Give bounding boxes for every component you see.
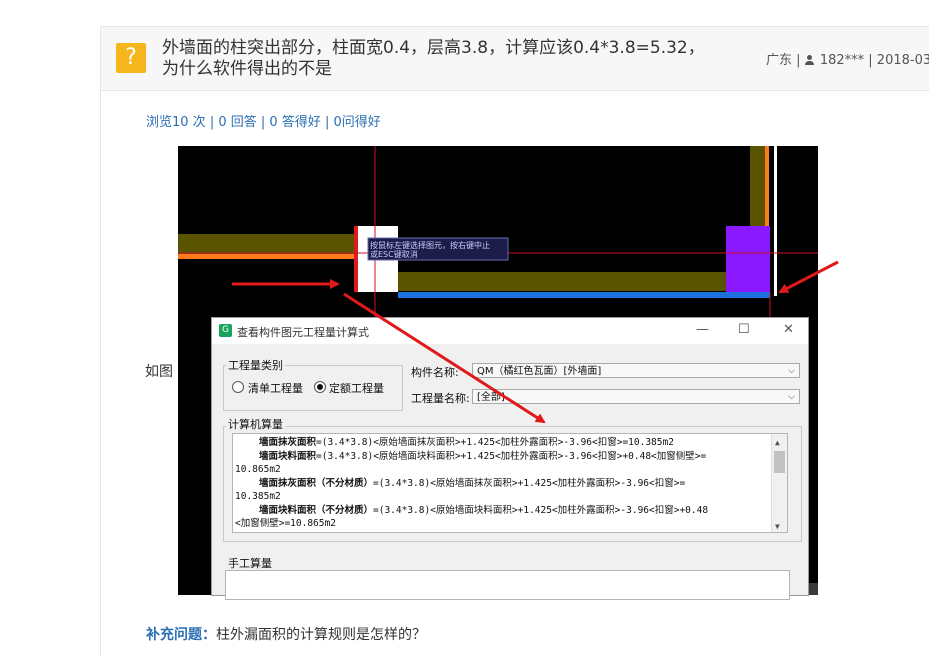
question-page: ? 外墙面的柱突出部分，柱面宽0.4，层高3.8，计算应该0.4*3.8=5.3… — [0, 0, 929, 656]
arrow-to-purple-column-icon — [778, 260, 839, 294]
supplement-label: 补充问题： — [146, 627, 216, 643]
arrow-to-calc-icon — [343, 292, 546, 424]
supplementary-question: 补充问题：柱外漏面积的计算规则是怎样的？ — [146, 624, 426, 644]
supplement-text: 柱外漏面积的计算规则是怎样的？ — [216, 627, 426, 643]
annotation-arrows — [232, 260, 839, 424]
